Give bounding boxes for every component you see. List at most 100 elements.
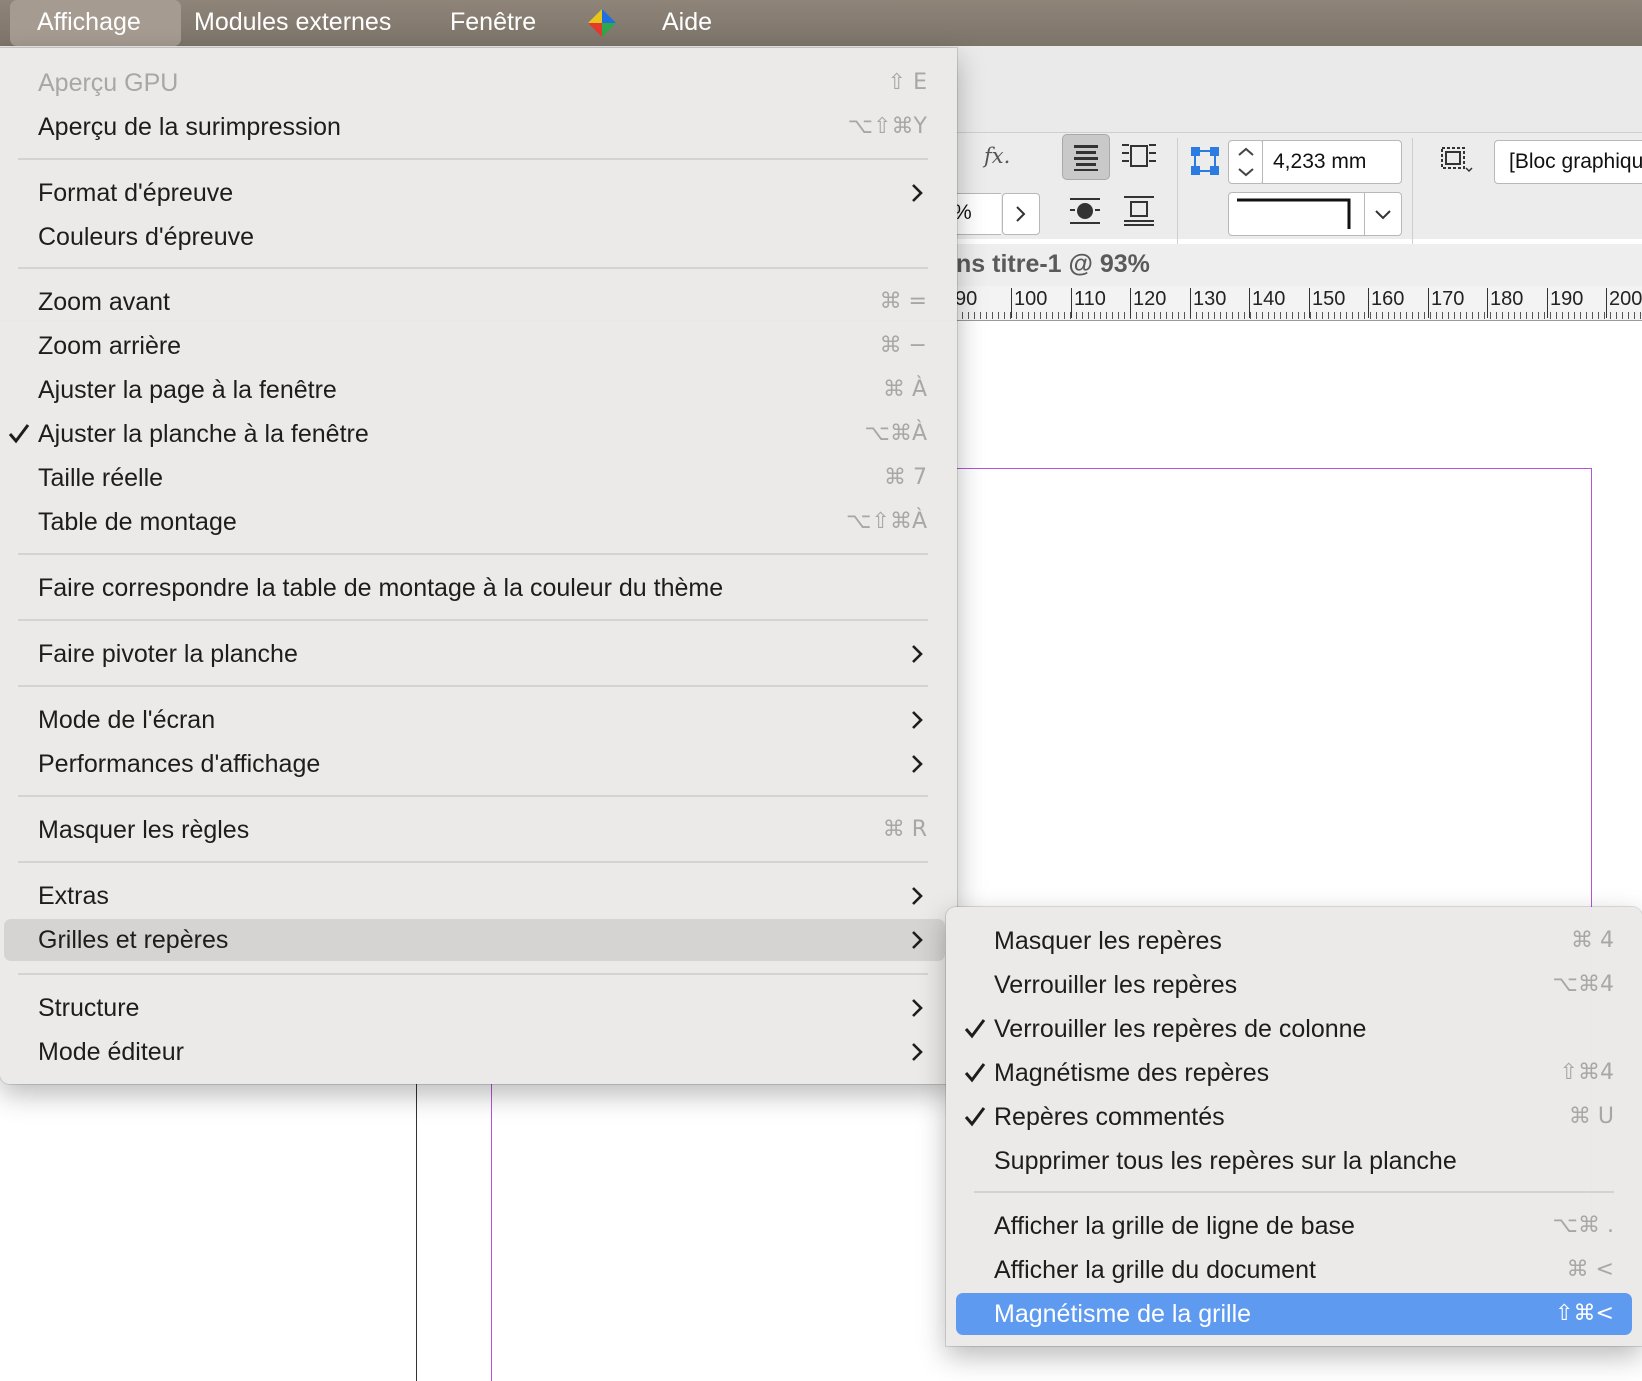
menu-item-label: Ajuster la page à la fenêtre — [38, 376, 337, 404]
grilles-reperes-submenu: Masquer les repères ⌘ 4 Verrouiller les … — [946, 907, 1642, 1346]
menu-item-label: Format d'épreuve — [38, 179, 234, 207]
ruler-label: 120 — [1133, 288, 1167, 310]
menu-item-label: Magnétisme des repères — [994, 1059, 1270, 1087]
object-style-value: [Bloc graphiqu — [1509, 150, 1642, 173]
document-tab-title[interactable]: ns titre-1 @ 93% — [956, 250, 1150, 279]
menu-separator — [18, 158, 928, 160]
menu-item-performances-affichage[interactable]: Performances d'affichage — [0, 743, 957, 785]
menu-item-extras[interactable]: Extras — [0, 875, 957, 917]
menu-item-label: Repères commentés — [994, 1103, 1225, 1131]
offset-input-value: 4,233 mm — [1273, 150, 1367, 173]
menu-item-shortcut: ⌘ < — [1566, 1257, 1614, 1282]
stroke-style-dropdown-button[interactable] — [1364, 192, 1402, 236]
menu-item-zoom-arriere[interactable]: Zoom arrière ⌘ − — [0, 325, 957, 367]
menu-bar: Affichage Modules externes Fenêtre Aide — [0, 0, 1642, 46]
menu-aide[interactable]: Aide — [662, 0, 712, 46]
menu-item-ajuster-planche[interactable]: Ajuster la planche à la fenêtre ⌥⌘À — [0, 413, 957, 455]
object-style-field[interactable]: [Bloc graphiqu — [1494, 140, 1642, 184]
page-margin-guide-top — [956, 468, 1592, 469]
menu-separator — [18, 553, 928, 555]
menu-item-shortcut: ⌘ − — [879, 333, 927, 358]
submenu-item-reperes-commentes[interactable]: Repères commentés ⌘ U — [946, 1096, 1642, 1138]
menu-item-correspondre-theme[interactable]: Faire correspondre la table de montage à… — [0, 567, 957, 609]
menu-separator — [18, 973, 928, 975]
menu-item-label: Magnétisme de la grille — [994, 1300, 1252, 1328]
menu-item-zoom-avant[interactable]: Zoom avant ⌘ = — [0, 281, 957, 323]
ruler-label: 190 — [1550, 288, 1584, 310]
wrap-jump-object-icon[interactable] — [1116, 188, 1162, 232]
stroke-preview-icon — [1237, 198, 1351, 229]
ruler-major-tick — [1368, 288, 1369, 318]
menu-fenetre[interactable]: Fenêtre — [450, 0, 536, 46]
chevron-right-icon — [912, 645, 923, 663]
menu-item-label: Performances d'affichage — [38, 750, 321, 778]
fx-effects-button[interactable]: fx. — [984, 144, 1010, 168]
chevron-right-icon — [912, 711, 923, 729]
menu-separator — [974, 1191, 1614, 1193]
chevron-right-icon — [912, 1043, 923, 1061]
menu-item-label: Ajuster la planche à la fenêtre — [38, 420, 369, 448]
ruler-major-tick — [1547, 288, 1548, 318]
menu-item-label: Couleurs d'épreuve — [38, 223, 255, 251]
menu-item-mode-editeur[interactable]: Mode éditeur — [0, 1031, 957, 1073]
menu-item-label: Mode éditeur — [38, 1038, 184, 1066]
percent-stepper-next-button[interactable] — [1002, 193, 1040, 235]
app-color-logo-icon[interactable] — [586, 7, 618, 39]
menu-item-format-epreuve[interactable]: Format d'épreuve — [0, 172, 957, 214]
submenu-item-supprimer-reperes[interactable]: Supprimer tous les repères sur la planch… — [946, 1140, 1642, 1182]
menu-item-label: Structure — [38, 994, 140, 1022]
offset-stepper[interactable] — [1228, 140, 1264, 184]
menu-item-couleurs-epreuve[interactable]: Couleurs d'épreuve — [0, 216, 957, 258]
menu-item-label: Faire correspondre la table de montage à… — [38, 574, 724, 602]
ruler-label: 110 — [1074, 288, 1106, 310]
submenu-item-verrouiller-reperes[interactable]: Verrouiller les repères ⌥⌘4 — [946, 964, 1642, 1006]
ruler-label: 160 — [1371, 288, 1405, 310]
chevron-right-icon — [912, 887, 923, 905]
menu-item-mode-ecran[interactable]: Mode de l'écran — [0, 699, 957, 741]
menu-item-apercu-surimpression[interactable]: Aperçu de la surimpression ⌥⇧⌘Y — [0, 106, 957, 148]
ruler-label: 200 — [1609, 288, 1642, 310]
menu-modules-externes[interactable]: Modules externes — [194, 0, 391, 46]
checkmark-icon — [964, 1019, 986, 1039]
menu-item-label: Masquer les règles — [38, 816, 250, 844]
page-edge — [416, 1081, 417, 1381]
ruler-major-tick — [1606, 288, 1607, 318]
ruler-major-tick — [1249, 288, 1250, 318]
chevron-right-icon — [912, 755, 923, 773]
ruler-major-tick — [1428, 288, 1429, 318]
frame-fitting-icon[interactable] — [1436, 142, 1476, 176]
submenu-item-verrouiller-reperes-colonne[interactable]: Verrouiller les repères de colonne — [946, 1008, 1642, 1050]
checkmark-icon — [964, 1107, 986, 1127]
menu-item-label: Aperçu de la surimpression — [38, 113, 341, 141]
menu-item-label: Table de montage — [38, 508, 237, 536]
menu-item-shortcut: ⌥⌘4 — [1552, 972, 1614, 997]
stroke-style-field[interactable] — [1228, 192, 1366, 236]
menu-item-label: Afficher la grille de ligne de base — [994, 1212, 1355, 1240]
menu-item-pivoter-planche[interactable]: Faire pivoter la planche — [0, 633, 957, 675]
menu-item-masquer-regles[interactable]: Masquer les règles ⌘ R — [0, 809, 957, 851]
text-wrap-none-button[interactable] — [1062, 134, 1110, 180]
submenu-item-masquer-reperes[interactable]: Masquer les repères ⌘ 4 — [946, 920, 1642, 962]
chevron-right-icon — [912, 931, 923, 949]
menu-item-structure[interactable]: Structure — [0, 987, 957, 1029]
menu-item-table-montage[interactable]: Table de montage ⌥⇧⌘À — [0, 501, 957, 543]
menu-affichage[interactable]: Affichage — [37, 0, 141, 46]
submenu-item-grille-document[interactable]: Afficher la grille du document ⌘ < — [946, 1249, 1642, 1291]
reference-point-icon[interactable] — [1188, 144, 1222, 178]
wrap-object-shape-icon[interactable] — [1062, 188, 1108, 232]
offset-input[interactable]: 4,233 mm — [1262, 140, 1402, 184]
menu-item-shortcut: ⌥⌘À — [864, 421, 927, 446]
menu-item-label: Mode de l'écran — [38, 706, 216, 734]
submenu-item-magnetisme-grille[interactable]: Magnétisme de la grille ⇧⌘< — [956, 1293, 1632, 1335]
ruler-label: 100 — [1014, 288, 1048, 310]
menu-item-taille-reelle[interactable]: Taille réelle ⌘ 7 — [0, 457, 957, 499]
menu-item-label: Aperçu GPU — [38, 69, 179, 97]
chevron-right-icon — [912, 999, 923, 1017]
submenu-item-magnetisme-reperes[interactable]: Magnétisme des repères ⇧⌘4 — [946, 1052, 1642, 1094]
submenu-item-grille-ligne-base[interactable]: Afficher la grille de ligne de base ⌥⌘ . — [946, 1205, 1642, 1247]
menu-item-grilles-reperes[interactable]: Grilles et repères — [4, 919, 945, 961]
wrap-bounding-box-icon[interactable] — [1116, 134, 1162, 178]
menu-item-ajuster-page[interactable]: Ajuster la page à la fenêtre ⌘ À — [0, 369, 957, 411]
checkmark-icon — [964, 1063, 986, 1083]
menu-separator — [18, 795, 928, 797]
